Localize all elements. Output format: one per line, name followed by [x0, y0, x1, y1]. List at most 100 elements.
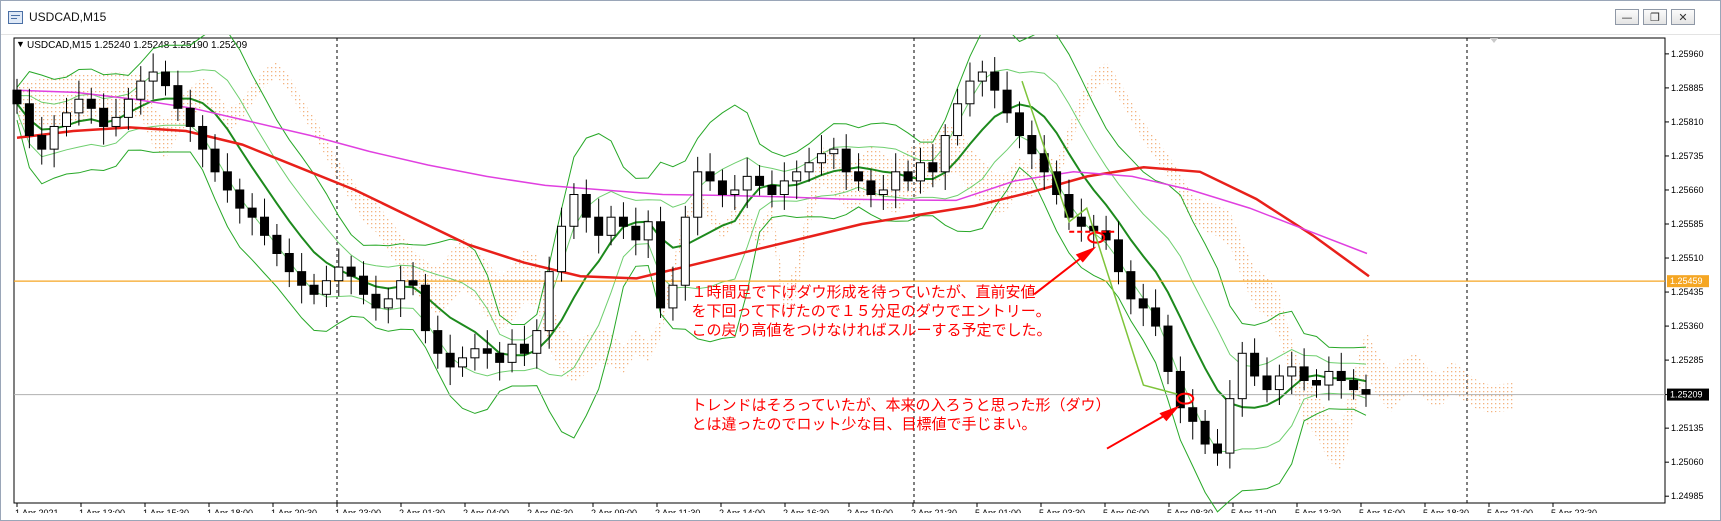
- candle-body: [581, 194, 591, 218]
- candle-body: [656, 221, 666, 309]
- price-tick-label: 1.25585: [1671, 219, 1704, 229]
- candle-body: [891, 171, 901, 191]
- candle-body: [804, 162, 814, 173]
- candle-body: [210, 148, 220, 173]
- candle-body: [235, 189, 245, 209]
- candle-body: [321, 280, 331, 295]
- candle-body: [1336, 370, 1346, 382]
- time-tick-label: 5 Apr 01:00: [975, 508, 1021, 513]
- candle-body: [730, 189, 740, 196]
- time-tick-label: 1 Apr 2021: [15, 508, 59, 513]
- price-axis-bg: [1666, 38, 1710, 503]
- candle-body: [408, 280, 418, 286]
- candle-body: [148, 71, 158, 82]
- candle-body: [1262, 375, 1272, 391]
- candle-body: [470, 348, 480, 359]
- time-tick-label: 5 Apr 21:00: [1487, 508, 1533, 513]
- candle-body: [841, 148, 851, 173]
- candle-body: [940, 135, 950, 173]
- time-tick-label: 2 Apr 19:00: [847, 508, 893, 513]
- candle-body: [594, 216, 604, 236]
- candle-body: [1113, 239, 1123, 273]
- price-tick-label: 1.25435: [1671, 287, 1704, 297]
- candle-body: [359, 275, 369, 295]
- time-tick-label: 5 Apr 13:30: [1295, 508, 1341, 513]
- time-tick-label: 2 Apr 11:30: [655, 508, 700, 513]
- candle-body: [383, 298, 393, 309]
- candle-body: [24, 103, 34, 137]
- candle-body: [173, 85, 183, 109]
- time-tick-label: 5 Apr 18:30: [1423, 508, 1469, 513]
- candle-body: [111, 116, 121, 127]
- candle-body: [420, 284, 430, 332]
- candle-body: [74, 98, 84, 114]
- candle-body: [779, 180, 789, 196]
- candle-body: [1349, 380, 1359, 391]
- candle-body: [123, 98, 133, 118]
- time-tick-label: 5 Apr 06:00: [1103, 508, 1149, 513]
- candle-body: [458, 357, 468, 368]
- chart-area[interactable]: ▼ USDCAD,M15 1.25240 1.25248 1.25190 1.2…: [11, 25, 1711, 518]
- candle-body: [222, 171, 232, 191]
- time-tick-label: 5 Apr 23:30: [1551, 508, 1597, 513]
- candle-body: [544, 271, 554, 332]
- candle-body: [1027, 135, 1037, 155]
- candle-body: [99, 107, 109, 127]
- candle-body: [260, 216, 270, 236]
- time-tick-label: 5 Apr 11:00: [1231, 508, 1276, 513]
- candle-body: [618, 216, 628, 227]
- annotation-text-5: とは違ったのでロット少な目、目標値で手じまい。: [692, 416, 1037, 433]
- time-tick-label: 2 Apr 21:30: [911, 508, 957, 513]
- candle-body: [680, 216, 690, 286]
- candle-body: [953, 103, 963, 137]
- candle-body: [557, 225, 567, 273]
- candle-body: [1212, 443, 1222, 454]
- candle-body: [136, 80, 146, 100]
- title-bar[interactable]: USDCAD,M15 — ❐ ✕: [1, 1, 1720, 35]
- annotation-text-4: トレンドはそろっていたが、本来の入ろうと思った形（ダウ）: [692, 397, 1111, 414]
- candle-body: [507, 343, 517, 363]
- candle-body: [433, 330, 443, 354]
- close-button[interactable]: ✕: [1671, 9, 1695, 25]
- restore-button[interactable]: ❐: [1643, 9, 1667, 25]
- candle-body: [62, 112, 72, 127]
- price-chart[interactable]: ▼ USDCAD,M15 1.25240 1.25248 1.25190 1.2…: [11, 25, 1711, 518]
- candle-body: [1361, 389, 1371, 395]
- candle-body: [86, 98, 96, 109]
- candle-body: [977, 71, 987, 82]
- candle-body: [334, 266, 344, 282]
- time-tick-label: 1 Apr 13:00: [79, 508, 125, 513]
- time-tick-label: 5 Apr 08:30: [1167, 508, 1213, 513]
- candle-body: [445, 352, 455, 368]
- candle-body: [742, 175, 752, 191]
- time-tick-label: 2 Apr 06:30: [527, 508, 573, 513]
- candle-body: [668, 284, 678, 309]
- candle-body: [297, 271, 307, 286]
- time-tick-label: 2 Apr 01:30: [399, 508, 445, 513]
- candle-body: [705, 171, 715, 182]
- annotation-text-3: この戻り高値をつけなければスルーする予定でした。: [692, 322, 1052, 339]
- price-tick-label: 1.25810: [1671, 117, 1704, 127]
- candle-body: [1299, 366, 1309, 382]
- time-tick-label: 5 Apr 03:30: [1039, 508, 1085, 513]
- candle-body: [12, 89, 22, 105]
- candle-body: [1225, 398, 1235, 454]
- candle-body: [1138, 298, 1148, 309]
- window-title: USDCAD,M15: [29, 10, 107, 24]
- candle-body: [1311, 380, 1321, 386]
- current-price-label: 1.25209: [1670, 390, 1703, 400]
- candle-body: [272, 234, 282, 254]
- candle-body: [495, 352, 505, 363]
- candle-body: [346, 266, 356, 277]
- candle-body: [371, 293, 381, 309]
- candle-body: [866, 180, 876, 196]
- candle-body: [569, 194, 579, 227]
- collapse-icon[interactable]: ▼: [16, 39, 25, 49]
- price-tick-label: 1.25285: [1671, 355, 1704, 365]
- candle-body: [185, 107, 195, 127]
- candle-body: [1287, 366, 1297, 377]
- candle-body: [284, 252, 294, 273]
- minimize-button[interactable]: —: [1615, 9, 1639, 25]
- candle-body: [198, 125, 208, 150]
- time-tick-label: 5 Apr 16:00: [1359, 508, 1405, 513]
